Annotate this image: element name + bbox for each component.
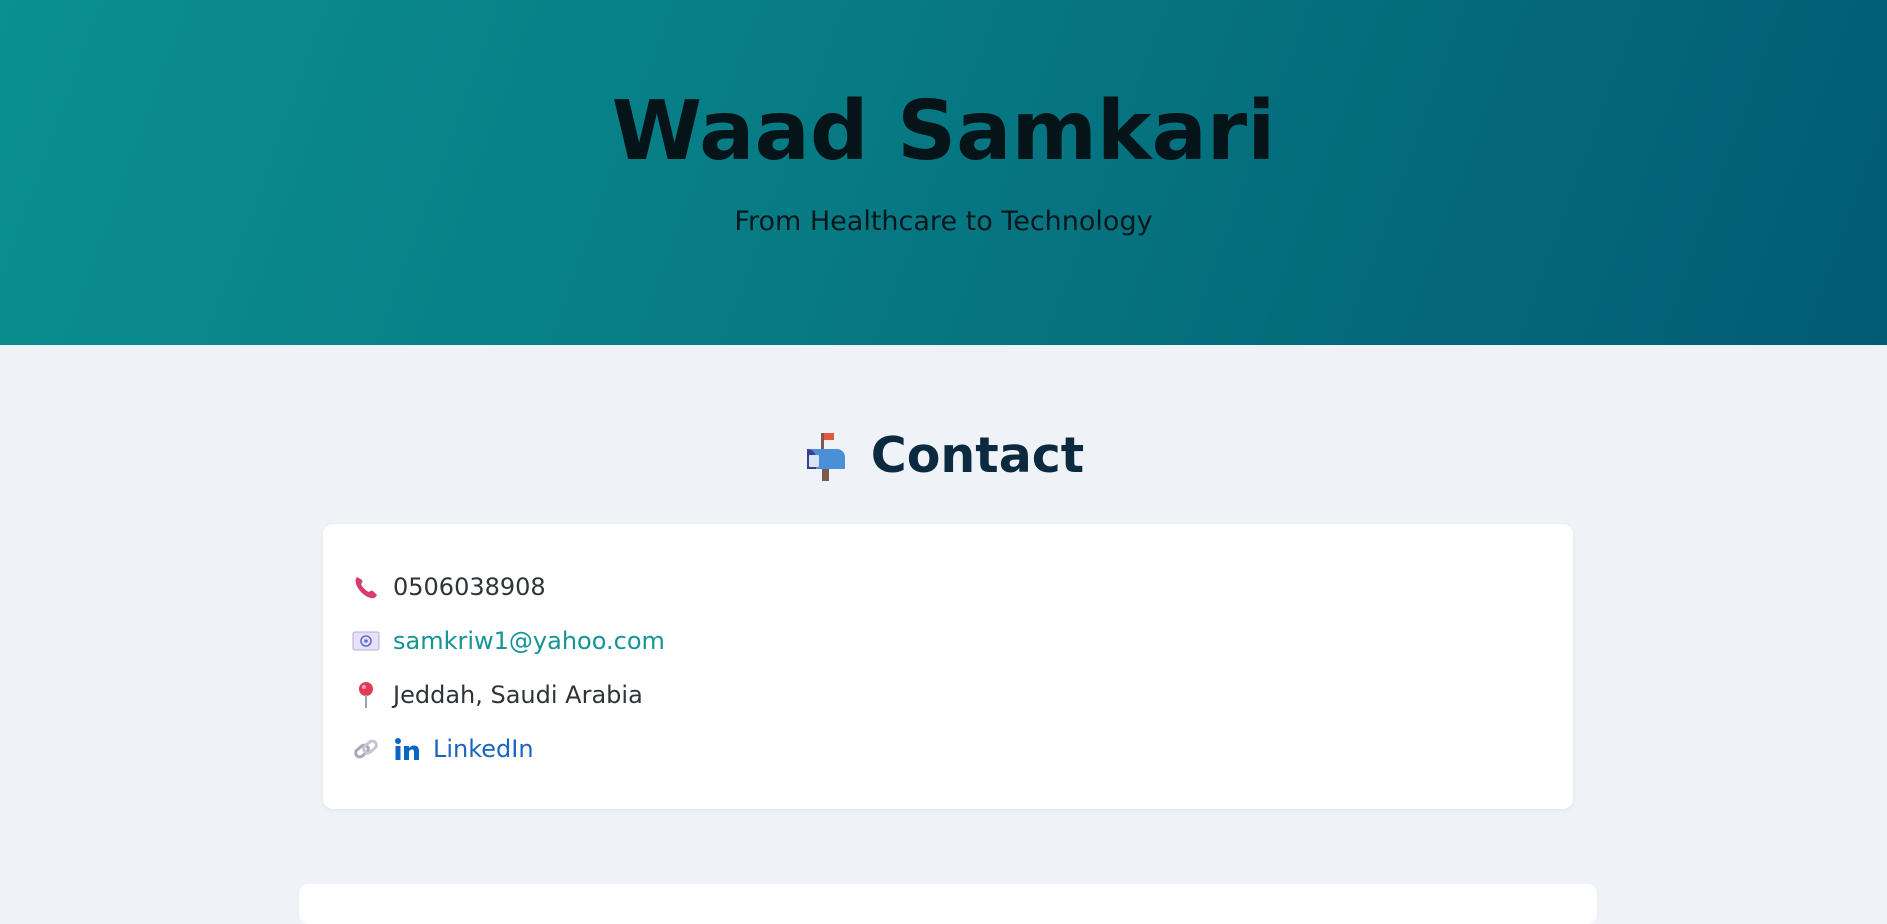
phone-icon [351,572,381,602]
hero-banner: Waad Samkari From Healthcare to Technolo… [0,0,1887,345]
section-title: Contact [870,427,1085,484]
phone-row: 0506038908 [351,570,546,604]
linkedin-row: LinkedIn [351,732,534,766]
email-link[interactable]: samkriw1@yahoo.com [393,627,665,655]
contact-section-heading: Contact [0,426,1887,486]
next-section-card [299,884,1597,924]
contact-card: 0506038908 samkriw1@yahoo.com Jeddah, Sa… [323,524,1573,809]
location-row: Jeddah, Saudi Arabia [351,678,643,712]
link-icon [351,734,381,764]
email-row: samkriw1@yahoo.com [351,624,665,658]
email-icon [351,626,381,656]
page-title: Waad Samkari [611,84,1276,179]
linkedin-link[interactable]: LinkedIn [433,735,534,763]
mailbox-icon [803,431,849,481]
phone-number: 0506038908 [393,573,546,601]
location-pin-icon [351,680,381,710]
location-text: Jeddah, Saudi Arabia [393,681,643,709]
page-subtitle: From Healthcare to Technology [734,206,1153,237]
linkedin-icon [393,735,421,763]
